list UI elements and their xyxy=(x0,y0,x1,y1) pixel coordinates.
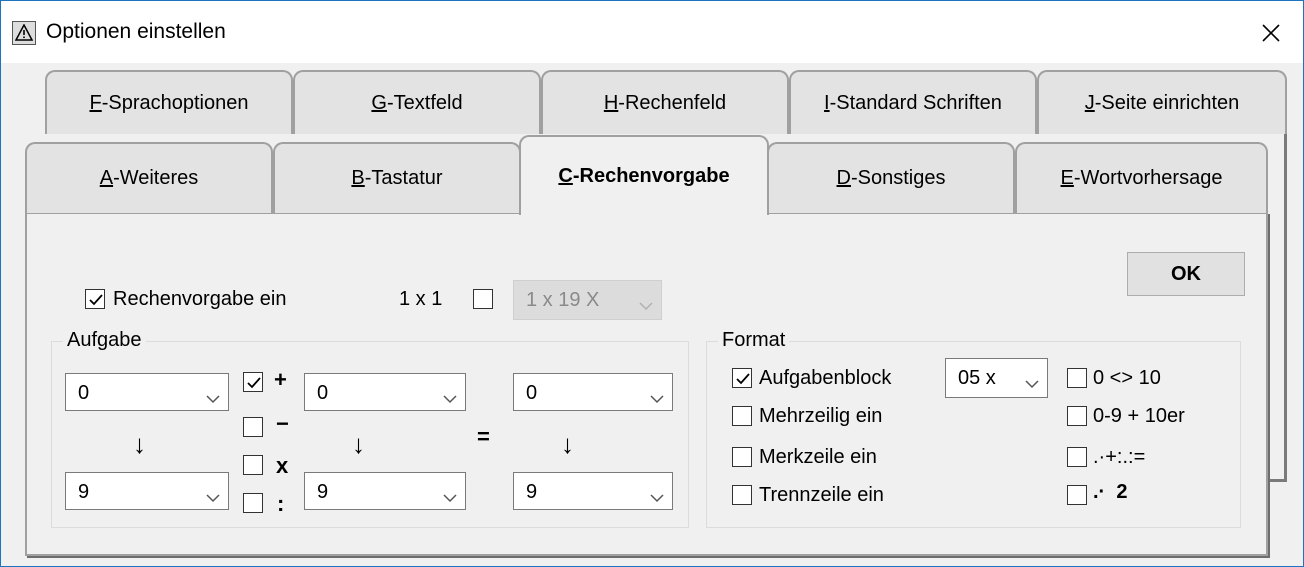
tab-label: -Standard Schriften xyxy=(829,91,1002,114)
multiply-checkbox[interactable] xyxy=(243,455,263,475)
range-0-10-checkbox[interactable] xyxy=(1067,368,1087,388)
tab-key: E xyxy=(1060,167,1074,189)
tab-key: B xyxy=(351,167,365,189)
mehrzeilig-checkbox[interactable] xyxy=(732,406,752,426)
minus-checkbox[interactable] xyxy=(243,417,263,437)
tab-weiteres[interactable]: A -Weiteres xyxy=(25,142,273,213)
zehner-checkbox[interactable] xyxy=(1067,406,1087,426)
chevron-down-icon xyxy=(206,387,220,410)
trennzeile-checkbox[interactable] xyxy=(732,485,752,505)
tab-label: -Rechenvorgabe xyxy=(572,164,730,187)
chevron-down-icon xyxy=(443,486,457,509)
combo-value: 0 xyxy=(78,382,90,404)
aufgabe-group-title: Aufgabe xyxy=(63,329,146,352)
operand2-from-combo[interactable]: 0 xyxy=(304,373,466,411)
range-arrow-icon: ↓ xyxy=(561,429,574,459)
rechenvorgabe-label: Rechenvorgabe ein xyxy=(113,288,287,310)
mehrzeilig-label: Mehrzeilig ein xyxy=(759,405,883,427)
zehner-label: 0-9 + 10er xyxy=(1093,405,1185,427)
tab-sprachoptionen[interactable]: F -Sprachoptionen xyxy=(45,70,293,134)
tab-key: C xyxy=(558,164,573,187)
tab-rechenfeld[interactable]: H -Rechenfeld xyxy=(541,70,789,134)
format-group-title: Format xyxy=(718,329,790,352)
range-arrow-icon: ↓ xyxy=(352,429,365,459)
trennzeile-label: Trennzeile ein xyxy=(759,484,884,506)
chevron-down-icon xyxy=(650,486,664,509)
symbols-checkbox[interactable] xyxy=(1067,447,1087,467)
symbols-label: .·+:.:= xyxy=(1093,446,1146,468)
dots-two-checkbox[interactable] xyxy=(1067,485,1087,505)
tab-wortvorhersage[interactable]: E -Wortvorhersage xyxy=(1015,142,1268,213)
tab-seite-einrichten[interactable]: J -Seite einrichten xyxy=(1037,70,1287,134)
tab-textfeld[interactable]: G -Textfeld xyxy=(293,70,541,134)
tab-sonstiges[interactable]: D -Sonstiges xyxy=(767,142,1015,213)
operand1-to-combo[interactable]: 9 xyxy=(65,472,229,510)
tab-key: D xyxy=(836,167,851,189)
combo-value: 0 xyxy=(317,382,329,404)
tab-label: -Weiteres xyxy=(113,167,199,189)
range-0-10-label: 0 <> 10 xyxy=(1093,367,1161,389)
window-title: Optionen einstellen xyxy=(46,20,226,43)
tab-key: H xyxy=(603,91,619,114)
plus-operator-label: + xyxy=(274,367,287,392)
multiply-operator-label: x xyxy=(276,453,289,478)
equals-sign: = xyxy=(477,424,490,449)
divide-checkbox[interactable] xyxy=(243,493,263,513)
chevron-down-icon xyxy=(1025,372,1039,395)
tab-label: -Sonstiges xyxy=(850,167,946,189)
einmaleins-checkbox[interactable] xyxy=(473,289,493,309)
combo-value: 0 xyxy=(526,382,538,404)
result-to-combo[interactable]: 9 xyxy=(513,472,673,510)
chevron-down-icon xyxy=(639,294,653,317)
options-dialog: Optionen einstellen F -Sprachoptionen G -T… xyxy=(0,0,1304,567)
aufgabenblock-combo[interactable]: 05 x xyxy=(945,358,1048,398)
rechenvorgabe-checkbox[interactable] xyxy=(85,289,105,309)
tab-key: A xyxy=(99,167,114,189)
chevron-down-icon xyxy=(443,387,457,410)
operand1-from-combo[interactable]: 0 xyxy=(65,373,229,411)
tab-label: -Rechenfeld xyxy=(618,91,727,114)
combo-value: 9 xyxy=(317,481,329,503)
aufgabenblock-checkbox[interactable] xyxy=(732,368,752,388)
tab-label: -Sprachoptionen xyxy=(101,91,249,114)
tab-label: -Textfeld xyxy=(386,91,463,114)
warning-app-icon xyxy=(12,21,36,45)
einmaleins-combo[interactable]: 1 x 19 X xyxy=(513,280,662,320)
merkzeile-label: Merkzeile ein xyxy=(759,446,877,468)
plus-checkbox[interactable] xyxy=(243,372,263,392)
aufgabenblock-label: Aufgabenblock xyxy=(759,367,892,389)
close-icon[interactable] xyxy=(1249,13,1293,53)
tab-key: F xyxy=(89,91,102,114)
dots-two-label: .· 2 xyxy=(1093,481,1128,503)
combo-value: 9 xyxy=(78,481,90,503)
combo-value: 05 x xyxy=(958,367,996,389)
result-from-combo[interactable]: 0 xyxy=(513,373,673,411)
chevron-down-icon xyxy=(206,486,220,509)
tab-label: -Wortvorhersage xyxy=(1073,167,1223,189)
range-arrow-icon: ↓ xyxy=(133,429,146,459)
divide-operator-label: : xyxy=(277,491,285,516)
operand2-to-combo[interactable]: 9 xyxy=(304,472,466,510)
ok-button[interactable]: OK xyxy=(1127,252,1245,296)
tab-key: G xyxy=(371,91,387,114)
merkzeile-checkbox[interactable] xyxy=(732,447,752,467)
einmaleins-combo-value: 1 x 19 X xyxy=(526,289,600,311)
chevron-down-icon xyxy=(650,387,664,410)
tab-label: -Seite einrichten xyxy=(1094,91,1240,114)
combo-value: 9 xyxy=(526,481,538,503)
tab-label: -Tastatur xyxy=(364,167,443,189)
tab-rechenvorgabe[interactable]: C -Rechenvorgabe xyxy=(519,135,769,215)
tab-standard-schriften[interactable]: I -Standard Schriften xyxy=(789,70,1037,134)
tab-tastatur[interactable]: B -Tastatur xyxy=(273,142,521,213)
einmaleins-label: 1 x 1 xyxy=(399,288,443,310)
title-bar: Optionen einstellen xyxy=(1,1,1303,63)
tab-key: J xyxy=(1084,91,1095,114)
minus-operator-label: − xyxy=(276,411,289,436)
